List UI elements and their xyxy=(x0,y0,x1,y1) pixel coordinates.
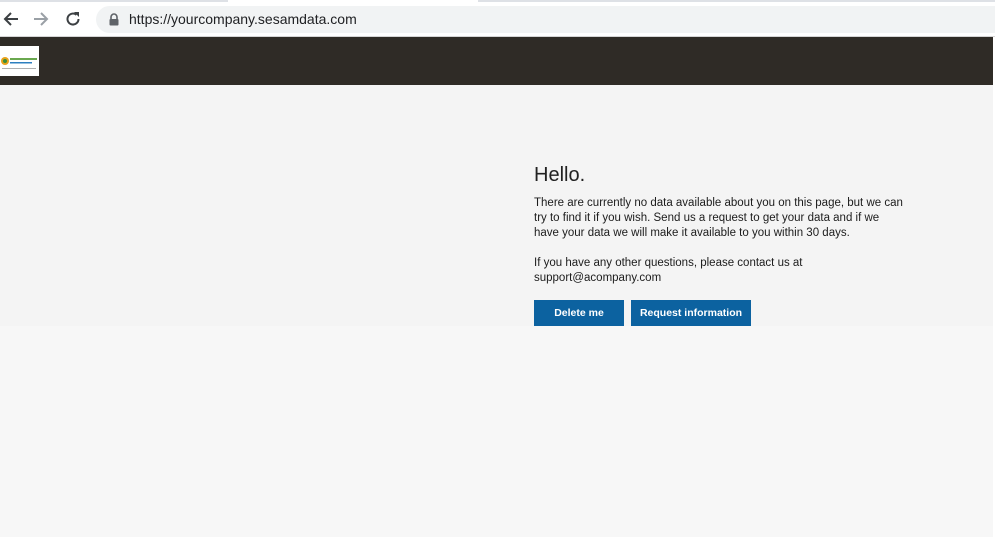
app-header xyxy=(0,37,995,85)
company-logo[interactable] xyxy=(0,46,39,76)
request-information-button[interactable]: Request information xyxy=(631,300,751,326)
browser-toolbar: https://yourcompany.sesamdata.com xyxy=(0,0,995,37)
forward-button[interactable] xyxy=(30,8,52,30)
reload-icon xyxy=(66,12,80,26)
info-message: There are currently no data available ab… xyxy=(534,197,903,239)
address-bar[interactable]: https://yourcompany.sesamdata.com xyxy=(96,6,995,33)
back-button[interactable] xyxy=(0,8,22,30)
tab-strip-edge xyxy=(0,0,995,2)
page-title: Hello. xyxy=(534,164,586,186)
reload-button[interactable] xyxy=(62,8,84,30)
contact-text: If you have any other questions, please … xyxy=(534,257,803,269)
arrow-left-icon xyxy=(3,12,18,26)
lock-icon xyxy=(109,13,119,26)
delete-me-button[interactable]: Delete me xyxy=(534,300,624,326)
arrow-right-icon xyxy=(34,12,49,26)
url-text[interactable]: https://yourcompany.sesamdata.com xyxy=(129,11,357,27)
contact-info: If you have any other questions, please … xyxy=(534,256,834,286)
support-email: support@acompany.com xyxy=(534,272,662,284)
